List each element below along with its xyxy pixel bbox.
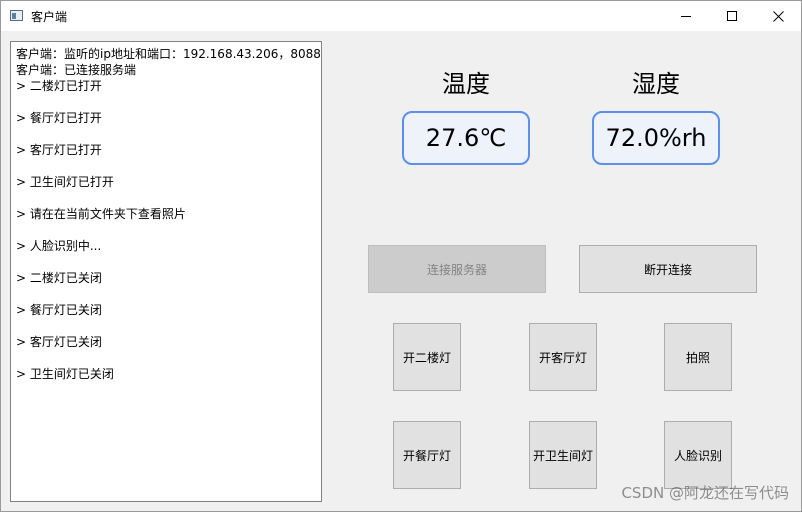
log-entry: > 卫生间灯已关闭 (16, 367, 114, 381)
log-entry: > 卫生间灯已打开 (16, 175, 114, 189)
log-entry: > 餐厅灯已关闭 (16, 303, 102, 317)
maximize-button[interactable] (709, 1, 755, 31)
close-icon (772, 10, 784, 22)
bathroom-light-button[interactable]: 开卫生间灯 (529, 421, 597, 489)
log-entry: > 餐厅灯已打开 (16, 111, 102, 125)
log-entry: > 客厅灯已关闭 (16, 335, 102, 349)
log-output[interactable]: 客户端：监听的ip地址和端口：192.168.43.206，8088 客户端：已… (10, 41, 322, 502)
title-bar[interactable]: 客户端 (1, 1, 801, 31)
humidity-label: 湿度 (632, 70, 680, 98)
minimize-icon (680, 15, 691, 17)
humidity-value: 72.0%rh (592, 111, 720, 165)
log-entry: > 二楼灯已关闭 (16, 271, 102, 285)
log-entry: > 客厅灯已打开 (16, 143, 102, 157)
minimize-button[interactable] (663, 1, 709, 31)
maximize-icon (726, 10, 737, 21)
second-floor-light-button[interactable]: 开二楼灯 (393, 323, 461, 391)
log-entry: > 人脸识别中... (16, 239, 102, 253)
close-button[interactable] (755, 1, 801, 31)
log-entry: > 二楼灯已打开 (16, 79, 102, 93)
photo-button[interactable]: 拍照 (664, 323, 732, 391)
disconnect-button[interactable]: 断开连接 (579, 245, 757, 293)
connect-server-button[interactable]: 连接服务器 (368, 245, 546, 293)
log-header-line: 客户端：监听的ip地址和端口：192.168.43.206，8088 (16, 47, 321, 61)
log-header-line: 客户端：已连接服务端 (16, 63, 137, 77)
window-title: 客户端 (31, 10, 68, 24)
client-window: 客户端 客户端：监听的ip地址和端口：192.168.43.206，8088 客… (0, 0, 802, 512)
living-room-light-button[interactable]: 开客厅灯 (529, 323, 597, 391)
face-recognition-button[interactable]: 人脸识别 (664, 421, 732, 489)
temperature-value: 27.6℃ (402, 111, 530, 165)
watermark: CSDN @阿龙还在写代码 (621, 484, 789, 502)
temperature-label: 温度 (442, 70, 490, 98)
dining-room-light-button[interactable]: 开餐厅灯 (393, 421, 461, 489)
log-entry: > 请在在当前文件夹下查看照片 (16, 207, 186, 221)
app-window-icon (10, 10, 23, 21)
